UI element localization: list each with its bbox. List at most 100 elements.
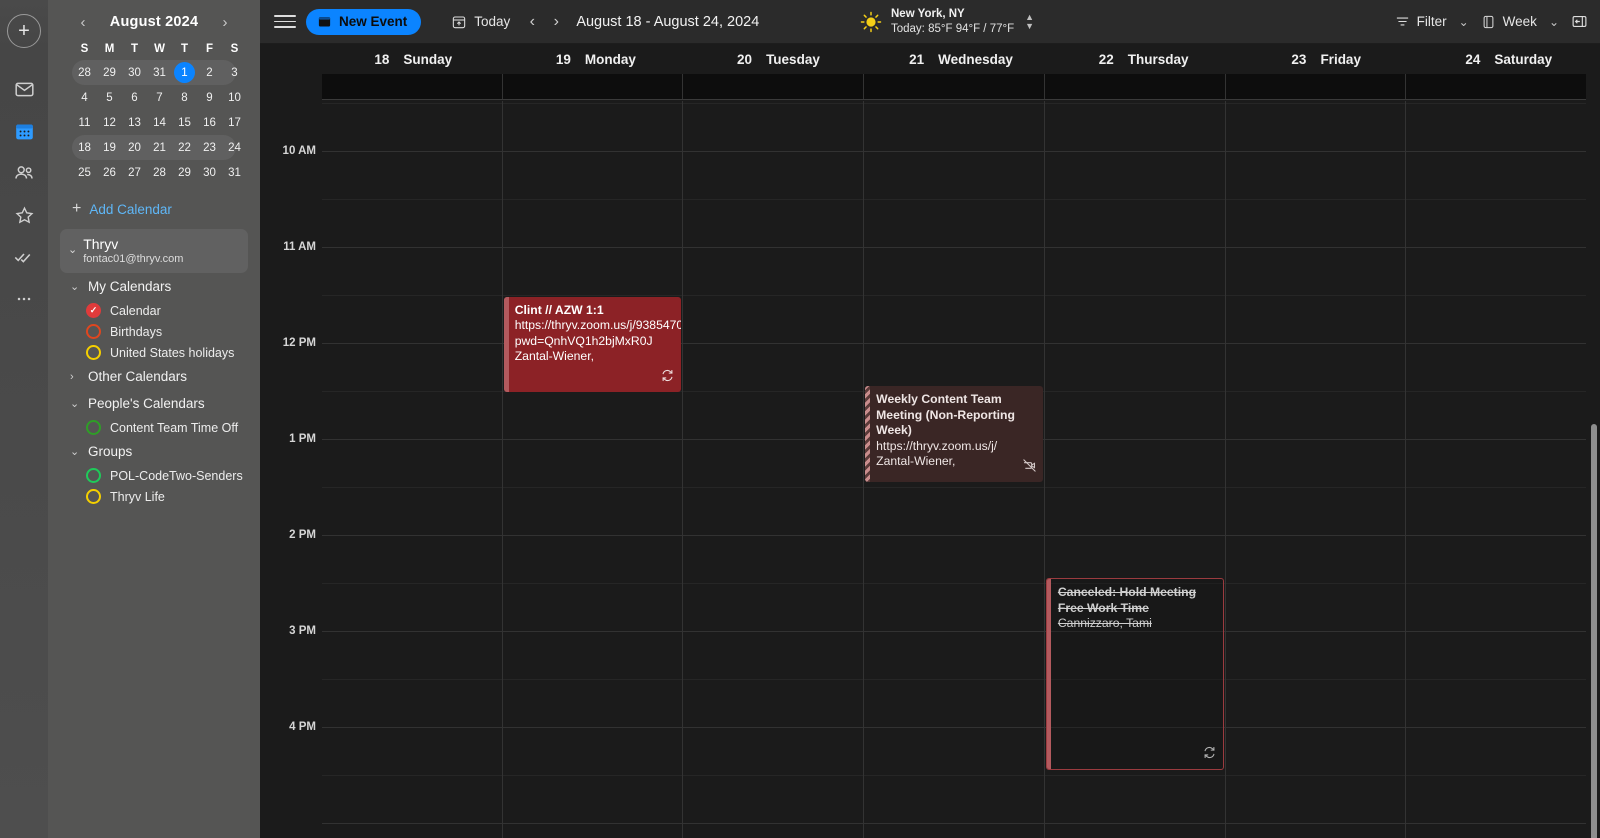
mini-calendar-day[interactable]: 17: [222, 110, 247, 135]
day-header-sunday[interactable]: 18 Sunday: [322, 44, 505, 74]
mini-calendar-day[interactable]: 10: [222, 85, 247, 110]
mini-calendar-day[interactable]: 23: [197, 135, 222, 160]
chevron-down-icon[interactable]: ⌄: [70, 445, 80, 458]
star-icon[interactable]: [7, 198, 41, 232]
day-column-monday[interactable]: Clint // AZW 1:1 https://thryv.zoom.us/j/…: [502, 101, 684, 838]
mini-calendar-day[interactable]: 27: [122, 160, 147, 185]
new-event-button[interactable]: New Event: [306, 8, 422, 35]
people-icon[interactable]: [7, 156, 41, 190]
collapse-panel-button[interactable]: [1571, 13, 1588, 30]
next-week-button[interactable]: ›: [544, 13, 568, 31]
all-day-row[interactable]: [322, 74, 1586, 100]
day-header-saturday[interactable]: 24 Saturday: [1417, 44, 1600, 74]
day-header-friday[interactable]: 23 Friday: [1235, 44, 1418, 74]
mini-calendar-day[interactable]: 16: [197, 110, 222, 135]
all-day-cell[interactable]: [683, 74, 865, 99]
day-column-tuesday[interactable]: [683, 101, 865, 838]
mini-calendar-today[interactable]: 1: [172, 60, 197, 85]
weather-stepper-icon[interactable]: ▲ ▼: [1025, 13, 1034, 30]
mini-calendar-day[interactable]: 22: [172, 135, 197, 160]
day-header-wednesday[interactable]: 21 Wednesday: [870, 44, 1053, 74]
chevron-right-icon[interactable]: ›: [70, 371, 80, 383]
mini-calendar-day[interactable]: 12: [97, 110, 122, 135]
mini-next-month-button[interactable]: ›: [216, 15, 234, 30]
mini-calendar-day[interactable]: 14: [147, 110, 172, 135]
all-day-cell[interactable]: [1406, 74, 1586, 99]
filter-button[interactable]: Filter: [1395, 14, 1447, 29]
mini-calendar-day[interactable]: 5: [97, 85, 122, 110]
calendar-group-other-calendars[interactable]: › Other Calendars: [58, 363, 250, 390]
day-column-thursday[interactable]: Canceled: Hold Meeting Free Work Time Can…: [1044, 101, 1226, 838]
calendar-group-people-s-calendars[interactable]: ⌄ People's Calendars: [58, 390, 250, 417]
today-button[interactable]: Today: [451, 14, 510, 30]
chevron-down-icon[interactable]: ⌄: [70, 397, 80, 410]
vertical-scrollbar[interactable]: [1591, 424, 1597, 838]
checkbox-icon[interactable]: [86, 489, 101, 504]
mini-calendar-day[interactable]: 25: [72, 160, 97, 185]
chevron-down-icon[interactable]: ⌄: [70, 280, 80, 293]
calendar-event[interactable]: Weekly Content Team Meeting (Non-Reporti…: [865, 386, 1043, 483]
all-day-cell[interactable]: [322, 74, 503, 99]
calendar-group-groups[interactable]: ⌄ Groups: [58, 438, 250, 465]
mini-calendar-day[interactable]: 7: [147, 85, 172, 110]
add-calendar-button[interactable]: + Add Calendar: [58, 185, 250, 229]
mini-calendar-day[interactable]: 2: [197, 60, 222, 85]
mini-calendar-day[interactable]: 30: [197, 160, 222, 185]
mini-calendar-day[interactable]: 31: [222, 160, 247, 185]
mini-calendar-day[interactable]: 11: [72, 110, 97, 135]
weather-widget[interactable]: New York, NY Today: 85°F 94°F / 77°F ▲ ▼: [860, 7, 1034, 36]
account-row[interactable]: ⌄ Thryv fontac01@thryv.com: [60, 229, 248, 273]
tasks-icon[interactable]: [7, 240, 41, 274]
mini-calendar-day[interactable]: 9: [197, 85, 222, 110]
mini-calendar-day[interactable]: 18: [72, 135, 97, 160]
day-column-sunday[interactable]: [322, 101, 503, 838]
calendar-list-item[interactable]: Birthdays: [58, 321, 250, 342]
mini-calendar-day[interactable]: 21: [147, 135, 172, 160]
calendar-event[interactable]: Clint // AZW 1:1 https://thryv.zoom.us/j/…: [503, 296, 682, 392]
calendar-event[interactable]: Canceled: Hold Meeting Free Work Time Can…: [1045, 578, 1224, 771]
all-day-cell[interactable]: [1226, 74, 1407, 99]
checkbox-icon[interactable]: [86, 468, 101, 483]
day-header-tuesday[interactable]: 20 Tuesday: [687, 44, 870, 74]
checkbox-checked-icon[interactable]: ✓: [86, 303, 101, 318]
view-chevron-down-icon[interactable]: ⌄: [1543, 15, 1565, 29]
day-header-monday[interactable]: 19 Monday: [505, 44, 688, 74]
mini-calendar-day[interactable]: 28: [72, 60, 97, 85]
checkbox-icon[interactable]: [86, 345, 101, 360]
checkbox-icon[interactable]: [86, 420, 101, 435]
all-day-cell[interactable]: [1045, 74, 1226, 99]
mini-calendar-day[interactable]: 8: [172, 85, 197, 110]
day-column-wednesday[interactable]: Weekly Content Team Meeting (Non-Reporti…: [864, 101, 1045, 838]
view-selector[interactable]: Week: [1481, 14, 1537, 30]
mini-calendar-day[interactable]: 29: [97, 60, 122, 85]
checkbox-icon[interactable]: [86, 324, 101, 339]
all-day-cell[interactable]: [503, 74, 684, 99]
mini-calendar-day[interactable]: 28: [147, 160, 172, 185]
mini-calendar-day[interactable]: 4: [72, 85, 97, 110]
day-header-thursday[interactable]: 22 Thursday: [1052, 44, 1235, 74]
calendar-icon[interactable]: [7, 114, 41, 148]
mini-calendar-day[interactable]: 31: [147, 60, 172, 85]
mini-prev-month-button[interactable]: ‹: [74, 15, 92, 30]
mini-calendar-day[interactable]: 26: [97, 160, 122, 185]
previous-week-button[interactable]: ‹: [520, 13, 544, 31]
mini-calendar-day[interactable]: 20: [122, 135, 147, 160]
mini-calendar-day[interactable]: 19: [97, 135, 122, 160]
mini-calendar-day[interactable]: 6: [122, 85, 147, 110]
calendar-group-my-calendars[interactable]: ⌄ My Calendars: [58, 273, 250, 300]
mini-calendar-day[interactable]: 15: [172, 110, 197, 135]
mini-calendar-day[interactable]: 13: [122, 110, 147, 135]
mini-calendar-day[interactable]: 30: [122, 60, 147, 85]
all-day-cell[interactable]: [864, 74, 1045, 99]
calendar-list-item[interactable]: United States holidays: [58, 342, 250, 363]
day-column-friday[interactable]: [1225, 101, 1407, 838]
calendar-list-item[interactable]: Content Team Time Off: [58, 417, 250, 438]
mini-calendar-day[interactable]: 24: [222, 135, 247, 160]
calendar-list-item[interactable]: ✓ Calendar: [58, 300, 250, 321]
day-column-saturday[interactable]: [1406, 101, 1587, 838]
mini-calendar-day[interactable]: 3: [222, 60, 247, 85]
calendar-list-item[interactable]: POL-CodeTwo-Senders: [58, 465, 250, 486]
more-icon[interactable]: [7, 282, 41, 316]
filter-chevron-down-icon[interactable]: ⌄: [1453, 15, 1475, 29]
chevron-down-icon[interactable]: ⌄: [68, 236, 77, 256]
